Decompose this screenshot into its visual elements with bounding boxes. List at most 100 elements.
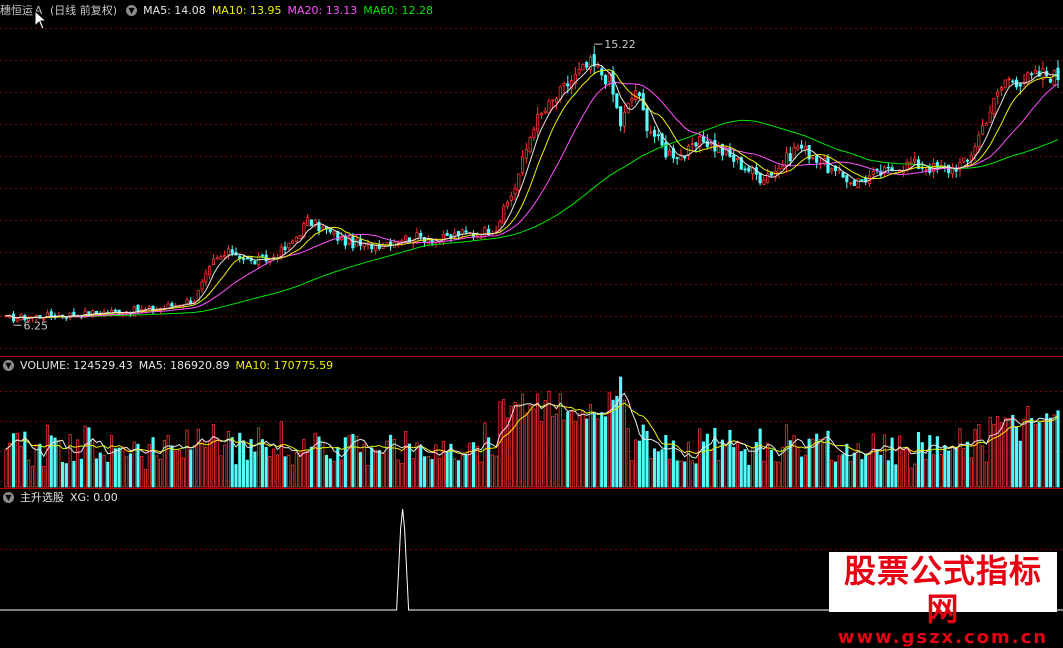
candle-up [298, 235, 302, 240]
volume-bar [652, 448, 657, 488]
volume-bar [415, 442, 419, 488]
candle-up [751, 167, 755, 175]
candle-up [226, 248, 231, 256]
volume-bar [916, 431, 921, 488]
volume-bar [324, 454, 329, 488]
ma5-value: MA5: 14.08 [143, 4, 206, 17]
volume-bar [849, 461, 853, 488]
candle-down [445, 232, 449, 236]
candle-up [811, 157, 815, 160]
volume-bar [626, 428, 630, 488]
candle-up [717, 146, 721, 154]
volume-bar [796, 446, 800, 488]
volume-bar [717, 460, 721, 488]
volume-bar [690, 460, 694, 488]
candle-down [328, 228, 332, 233]
volume-bar [438, 457, 442, 488]
candle-up [483, 227, 487, 237]
volume-bar [117, 447, 121, 488]
indicator-header: ▼ 主升选股 XG: 0.00 [0, 489, 124, 507]
volume-bar [223, 444, 227, 488]
volume-bar [358, 452, 363, 488]
candle-down [241, 258, 246, 260]
candle-down [253, 260, 257, 265]
volume-bar [294, 451, 298, 488]
volume-bar [992, 423, 996, 488]
volume-bar [939, 454, 943, 488]
chevron-down-icon[interactable]: ▼ [3, 359, 14, 371]
volume-bar [766, 442, 770, 488]
candle-down [826, 156, 830, 174]
candle-up [539, 112, 543, 116]
candle-up [924, 169, 928, 172]
volume-bar [502, 399, 506, 488]
ma60-line [5, 119, 1059, 319]
candle-up [622, 112, 626, 127]
volume-ma5: MA5: 186920.89 [138, 359, 230, 372]
chevron-down-icon[interactable]: ▼ [126, 4, 138, 16]
volume-bar [487, 437, 491, 488]
volume-bar [192, 445, 197, 488]
chevron-down-icon[interactable]: ▼ [3, 491, 14, 503]
candle-up [796, 146, 800, 150]
volume-chart[interactable] [0, 357, 1063, 489]
volume-bar [882, 434, 887, 488]
volume-bar [577, 413, 581, 488]
volume-bar [539, 421, 543, 488]
volume-bar [257, 427, 261, 488]
volume-bar [1030, 418, 1034, 488]
candle-down [1011, 80, 1015, 83]
candle-up [1052, 70, 1056, 86]
volume-bar [106, 461, 110, 488]
volume-bar [698, 428, 702, 488]
volume-bar [871, 433, 875, 488]
candle-down [170, 303, 174, 307]
volume-bar [969, 457, 973, 488]
candle-up [536, 114, 540, 132]
candle-up [1033, 69, 1037, 75]
candle-down [705, 140, 709, 148]
candle-up [528, 137, 532, 153]
candle-up [581, 64, 585, 71]
candle-up [735, 158, 740, 161]
volume-bar [668, 458, 672, 488]
period-mode[interactable]: (日线 前复权) [50, 4, 117, 17]
volume-bar [932, 454, 936, 488]
volume-bar [596, 418, 600, 488]
volume-bar [332, 461, 336, 488]
volume-bar [494, 455, 498, 488]
volume-bar [110, 435, 114, 488]
volume-bar [735, 442, 740, 488]
price-chart[interactable]: 15.22 6.25 [0, 0, 1063, 357]
volume-bar [1022, 418, 1026, 488]
candle-down [309, 219, 313, 227]
volume-bar [287, 454, 291, 488]
candle-up [690, 143, 694, 145]
candle-down [566, 83, 570, 87]
volume-bar [773, 461, 777, 488]
volume-bar [950, 447, 954, 488]
candle-up [558, 86, 562, 100]
volume-bar [1045, 413, 1049, 488]
volume-bar [102, 454, 106, 488]
volume-bar [566, 411, 570, 488]
volume-bar [664, 435, 668, 488]
candle-up [969, 155, 973, 161]
volume-bar [140, 456, 144, 488]
volume-bar [34, 444, 38, 488]
volume-bar [125, 456, 129, 488]
volume-bar [260, 439, 264, 488]
candle-up [596, 65, 600, 68]
volume-bar [1018, 440, 1022, 488]
volume-bar [743, 449, 747, 488]
volume-bar [204, 446, 208, 488]
candle-up [332, 231, 336, 235]
volume-bar [837, 455, 841, 488]
candle-up [999, 87, 1004, 91]
volume-bar [272, 448, 276, 488]
volume-bar [445, 451, 449, 488]
volume-bar [905, 449, 909, 488]
volume-bar [132, 441, 136, 488]
volume-bar [396, 459, 400, 488]
volume-bar [532, 408, 536, 488]
